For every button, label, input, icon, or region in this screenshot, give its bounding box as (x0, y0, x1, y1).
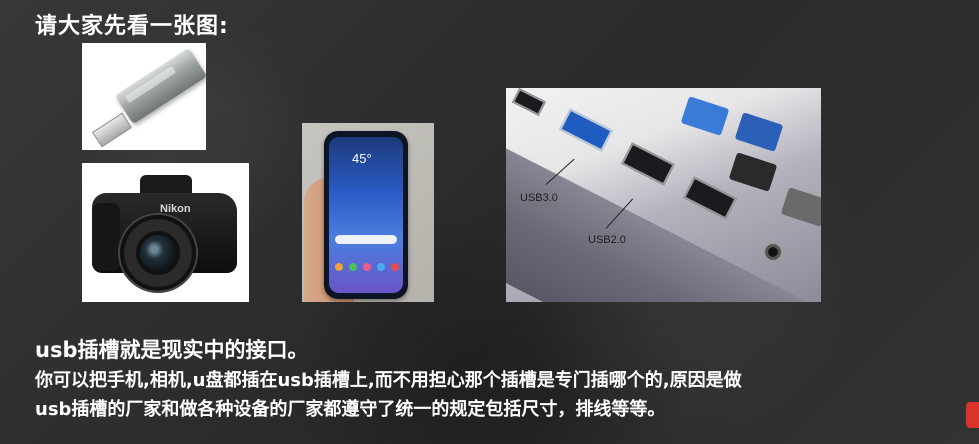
app-icon (335, 263, 343, 271)
body-heading: usb插槽就是现实中的接口。 (35, 338, 309, 362)
hdmi-port (512, 88, 546, 116)
app-icon (363, 263, 371, 271)
body-text-line-2: usb插槽的厂家和做各种设备的厂家都遵守了统一的规定包括尺寸，排线等等。 (35, 399, 666, 420)
spec-sticker (780, 187, 821, 227)
phone-app-row (335, 263, 399, 273)
usb3-port (559, 108, 613, 152)
app-icon (391, 263, 399, 271)
smartphone-image: 45° (302, 123, 434, 302)
corner-tab-button[interactable] (966, 402, 979, 428)
laptop-usb-ports-image: USB3.0 USB2.0 (506, 88, 821, 302)
usb-stick-body (114, 47, 206, 125)
camera-image: Nikon (82, 163, 249, 302)
camera-brand-text: Nikon (160, 203, 191, 215)
slide-title: 请大家先看一张图: (35, 14, 229, 39)
usb-stick-image (82, 43, 206, 150)
app-icon (349, 263, 357, 271)
phone-clock-text: 45° (352, 151, 372, 166)
usb2-label: USB2.0 (588, 234, 626, 246)
usb3-label: USB3.0 (520, 192, 558, 204)
camera-grip (92, 203, 120, 271)
laptop-side-edge (506, 128, 821, 302)
camera-lens-glass (140, 235, 176, 271)
usb2-port (621, 142, 675, 186)
intel-sticker (680, 96, 730, 136)
usb-stick-plug (92, 112, 132, 148)
usb2-port-second (683, 176, 737, 220)
app-icon (377, 263, 385, 271)
phone-search-bar (335, 235, 397, 244)
body-text-line-1: 你可以把手机,相机,u盘都插在usb插槽上,而不用担心那个插槽是专门插哪个的,原… (35, 370, 742, 391)
audio-jack (764, 243, 782, 261)
nvidia-sticker (728, 152, 778, 192)
windows-sticker (734, 112, 784, 152)
